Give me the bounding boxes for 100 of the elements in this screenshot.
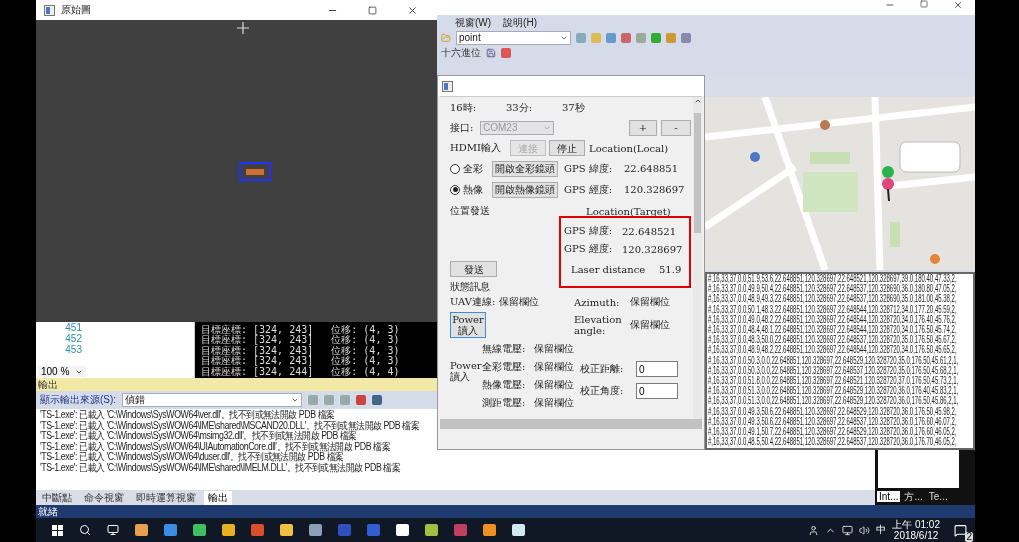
plus-button[interactable]: +: [629, 119, 657, 136]
toolbar-icon[interactable]: [636, 32, 646, 43]
output-line: 'TS-1.exe': 已載入 'C:\Windows\SysWOW64\IME\shared\IMELM.DLL'。找不到或無法開啟 PDB 檔案: [40, 462, 401, 474]
panel-tab[interactable]: 中斷點: [38, 491, 76, 505]
voltage-label: 無線電壓:: [482, 342, 526, 356]
toolbar-icon[interactable]: [651, 32, 661, 43]
section-title: 位置發送: [450, 204, 490, 218]
close-icon[interactable]: [953, 0, 963, 10]
app-icon[interactable]: [512, 524, 525, 536]
notification-count: 2: [965, 531, 973, 542]
send-button[interactable]: 發送: [450, 261, 497, 277]
zoom-dropdown[interactable]: 100 %: [38, 366, 87, 377]
hex-toggle[interactable]: 十六進位: [441, 45, 481, 60]
log-line: #,16,33,37,0.0,48.3,50.0,22.648851,120.328697,22.648537,120.328720,35.0,176.50,45.67,2,: [708, 335, 957, 346]
calibration-field[interactable]: 0: [636, 361, 678, 377]
voltage-label: 熱像電壓:: [482, 378, 526, 392]
app-icon[interactable]: [222, 524, 235, 536]
app-icon[interactable]: [280, 524, 293, 536]
app-icon[interactable]: [396, 524, 409, 536]
log-line: #,16,33,37,0.0,48.5,50.4,22.648851,120.328697,22.648537,120.328720,36.0,176.70,46.05,2,: [708, 437, 957, 448]
toolbar-icon[interactable]: [681, 32, 691, 43]
output-line: 'TS-1.exe': 已載入 'C:\Windows\SysWOW64\duser.dll'。找不到或無法開啟 PDB 檔案: [40, 452, 344, 463]
app-icon[interactable]: [367, 524, 380, 536]
line-number: 452: [65, 333, 82, 344]
volume-icon[interactable]: [859, 524, 871, 536]
gps-value: 120.328697: [622, 243, 683, 255]
menu-item[interactable]: 視窗(W): [455, 15, 492, 30]
scroll-up-icon[interactable]: [693, 97, 702, 105]
scrollbar[interactable]: [693, 97, 702, 419]
line-number: 451: [65, 322, 82, 333]
app-icon[interactable]: [251, 524, 264, 536]
search-icon[interactable]: [79, 524, 91, 536]
save-icon[interactable]: [486, 47, 496, 58]
toolbar-icon[interactable]: [501, 47, 511, 58]
log-line: #,16,33,37,0.0,48.4,48.1,22.648851,120.328697,22.648544,120.328720,34.0,176.50,45.74,2,: [708, 325, 957, 336]
line-number: 453: [65, 344, 82, 355]
target-box: [239, 162, 271, 181]
caret-icon[interactable]: [291, 396, 300, 404]
uav-value: 保留欄位: [499, 295, 540, 309]
ime-indicator[interactable]: 中: [876, 523, 887, 537]
gps-value: 120.328697: [624, 184, 685, 195]
notification-icon[interactable]: [954, 523, 967, 537]
panel-tab[interactable]: 命令視窗: [80, 491, 128, 505]
time-label: 33分:: [506, 101, 533, 115]
toolbar-icon[interactable]: [606, 32, 616, 43]
panel-tab[interactable]: 輸出: [204, 491, 232, 505]
app-icon[interactable]: [135, 524, 148, 536]
app-icon[interactable]: [338, 524, 351, 536]
clock[interactable]: 上午 01:02 2018/6/12: [892, 519, 940, 541]
panel-tab[interactable]: 方...: [902, 489, 925, 504]
stop-button[interactable]: 停止: [549, 140, 585, 156]
app-icon[interactable]: [193, 524, 206, 536]
close-icon[interactable]: [406, 4, 418, 16]
maximize-icon[interactable]: [367, 5, 377, 15]
panel-tab[interactable]: 即時運算視窗: [132, 491, 200, 505]
power-read-button[interactable]: Power 讀入: [450, 312, 486, 338]
section-title: Location(Local): [589, 142, 669, 154]
toolbar-icon[interactable]: [356, 395, 367, 405]
toolbar-icon[interactable]: [372, 395, 383, 405]
calibration-field[interactable]: 0: [636, 383, 678, 399]
gps-value: 22.648521: [622, 225, 677, 237]
gps-value: 22.648851: [624, 163, 679, 174]
app-icon[interactable]: [483, 524, 496, 536]
scrollbar[interactable]: [440, 419, 702, 429]
mode-radio[interactable]: 熱像: [450, 182, 483, 197]
panel-tab[interactable]: Int...: [877, 491, 901, 502]
panel-tab[interactable]: Te...: [926, 491, 950, 502]
mode-radio[interactable]: 全彩: [450, 161, 483, 176]
log-line: #,16,33,37,0.0,49.9,50.4,22.648851,120.328697,22.648537,120.328690,36.0,180.80,47.05,2,: [708, 284, 957, 295]
camera-button[interactable]: 開啟全彩鏡頭: [492, 160, 558, 177]
time-label: 37秒: [562, 101, 585, 115]
voltage-value: 保留欄位: [534, 342, 574, 356]
menu-item[interactable]: 說明(H): [503, 15, 537, 30]
voltage-value: 保留欄位: [534, 378, 574, 392]
output-line: 'TS-1.exe': 已載入 'C:\Windows\SysWOW64\UIAutomationCore.dll'。找不到或無法開啟 PDB 檔案: [40, 441, 391, 452]
toolbar-icon[interactable]: [576, 32, 586, 43]
app-icon[interactable]: [309, 524, 322, 536]
windows-icon[interactable]: [52, 524, 63, 536]
app-icon[interactable]: [425, 524, 438, 536]
app-icon[interactable]: [454, 524, 467, 536]
minus-button[interactable]: -: [661, 119, 691, 136]
source-dropdown[interactable]: 偵錯: [122, 393, 303, 407]
azimuth-value: 保留欄位: [630, 295, 670, 309]
gps-label: GPS 緯度:: [564, 161, 613, 176]
maximize-icon[interactable]: [920, 0, 928, 8]
gps-label: GPS 經度:: [564, 182, 613, 197]
voltage-label: 測距電壓:: [482, 396, 526, 410]
log-line: #,16,33,37,0.0,51.3,0.0,22.648851,120.328697,22.648529,120.328720,36.0,176.50,45.86,2,1,: [708, 396, 959, 407]
crosshair-icon: [237, 22, 249, 34]
voltage-value: 保留欄位: [534, 396, 574, 410]
output-line: 'TS-1.exe': 已載入 'C:\Windows\SysWOW64\IME\shared\MSCAND20.DLL'。找不到或無法開啟 PDB 檔案: [40, 420, 420, 431]
app-icon: [442, 80, 453, 92]
camera-button[interactable]: 開啟熱像鏡頭: [492, 181, 558, 198]
app-icon[interactable]: [164, 524, 177, 536]
toolbar-icon[interactable]: [666, 32, 676, 43]
section-title: 狀態訊息: [450, 280, 490, 294]
people-icon[interactable]: [808, 524, 820, 536]
config-dropdown[interactable]: point: [456, 30, 571, 45]
azimuth-label: Azimuth:: [574, 296, 620, 308]
toolbar-icon[interactable]: [621, 32, 631, 43]
